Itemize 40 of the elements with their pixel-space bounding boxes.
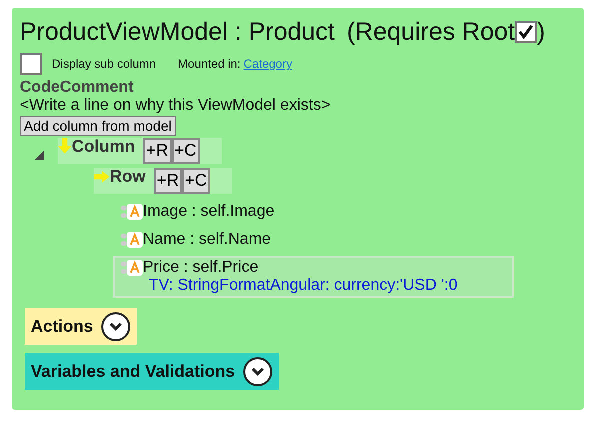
- section-title: Actions: [31, 316, 94, 336]
- display-sub-column-label: Display sub column: [52, 57, 156, 71]
- column-node[interactable]: Column +R +C: [58, 138, 222, 164]
- down-arrow-icon: [58, 137, 72, 155]
- requires-root-label: (Requires Root: [346, 18, 516, 46]
- code-comment-text: <Write a line on why this ViewModel exists>: [20, 97, 332, 115]
- drag-handle-icon[interactable]: [121, 204, 127, 220]
- text-attribute-icon: [127, 260, 143, 276]
- drag-handle-icon[interactable]: [121, 232, 127, 248]
- add-button[interactable]: +R: [143, 138, 172, 164]
- text-attribute-icon: [127, 204, 143, 220]
- field-item[interactable]: Price : self.Price TV: StringFormatAngular: currency:'USD ':0: [113, 256, 514, 298]
- section-header[interactable]: Actions: [25, 308, 138, 345]
- text-attribute-icon: [127, 232, 143, 248]
- mounted-in-label: Mounted in:: [178, 57, 241, 71]
- add-button[interactable]: +C: [172, 138, 200, 164]
- view-model-title: ProductViewModel : Product: [20, 18, 335, 46]
- code-comment-heading: CodeComment: [20, 79, 135, 97]
- add-button[interactable]: +C: [182, 168, 210, 194]
- title-paren: ): [537, 18, 546, 46]
- add-button[interactable]: +R: [154, 168, 182, 194]
- field-item[interactable]: Name : self.Name: [113, 228, 514, 252]
- field-label: Name : self.Name: [143, 231, 272, 249]
- node-label: Column: [72, 137, 136, 157]
- node-label: Row: [110, 167, 146, 187]
- section-title: Variables and Validations: [31, 362, 236, 382]
- expand-chevron-icon[interactable]: [101, 312, 132, 342]
- add-column-button[interactable]: Add column from model: [20, 116, 176, 136]
- section-header[interactable]: Variables and Validations: [25, 353, 280, 390]
- display-sub-column-checkbox[interactable]: [20, 53, 42, 75]
- row-node[interactable]: Row +R +C: [94, 168, 232, 194]
- right-arrow-icon: [94, 171, 110, 183]
- field-label: Image : self.Image: [143, 203, 275, 221]
- expand-triangle-icon[interactable]: [35, 150, 44, 160]
- expand-chevron-icon[interactable]: [243, 356, 274, 386]
- field-label: Price : self.Price: [143, 259, 259, 277]
- field-item[interactable]: Image : self.Image: [113, 200, 514, 224]
- root-checkbox[interactable]: [515, 21, 538, 43]
- field-format-text: TV: StringFormatAngular: currency:'USD ':0: [148, 277, 459, 295]
- drag-handle-icon[interactable]: [121, 260, 127, 276]
